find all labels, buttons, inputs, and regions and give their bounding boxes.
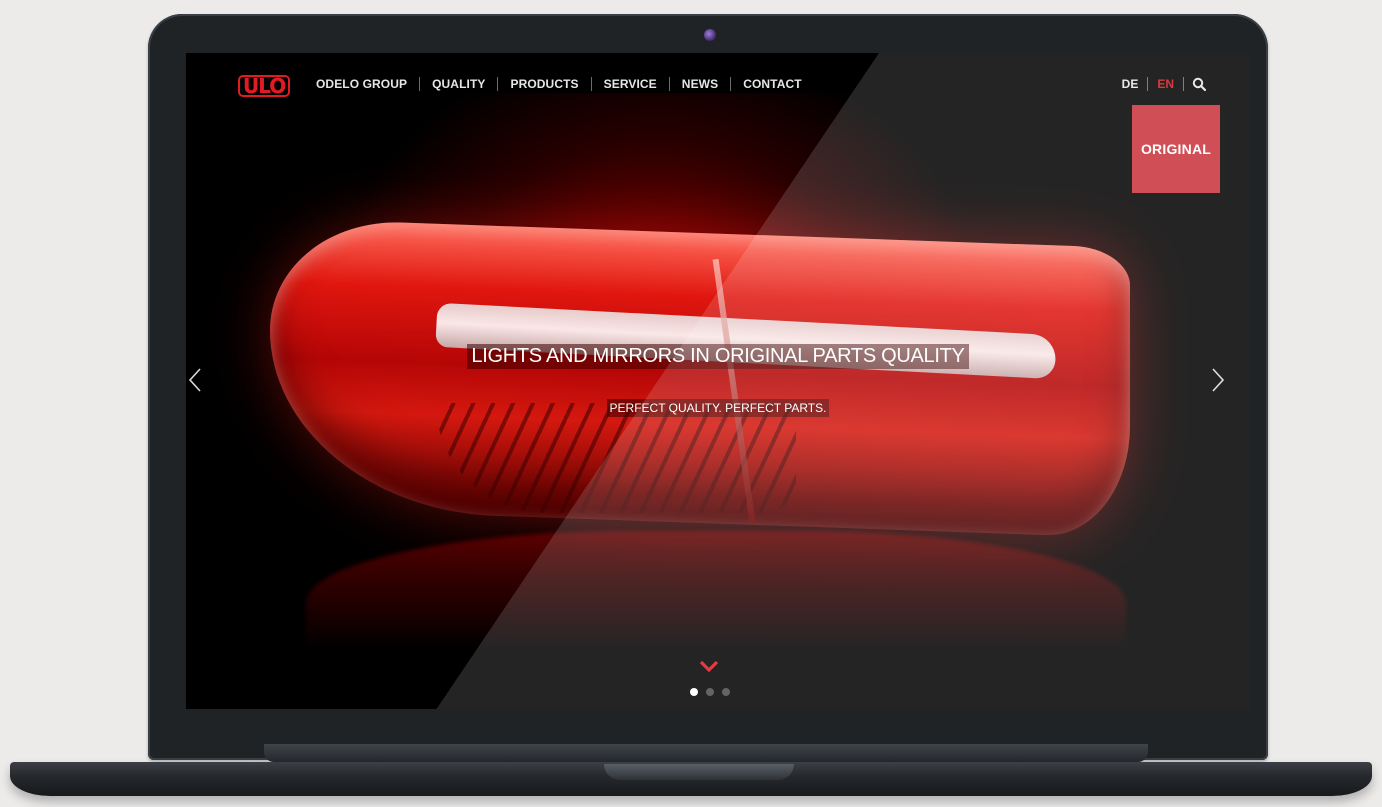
tail-light-reflection — [306, 531, 1126, 651]
chevron-left-icon[interactable] — [186, 365, 206, 395]
slider-dot[interactable] — [706, 688, 714, 696]
odelo-logo[interactable]: ULO — [238, 75, 291, 97]
nav-item-odelo-group[interactable]: ODELO GROUP — [304, 77, 421, 91]
nav-item-news[interactable]: NEWS — [670, 77, 732, 91]
hero-subline: PERFECT QUALITY. PERFECT PARTS. — [606, 399, 830, 417]
hero-headline: LIGHTS AND MIRRORS IN ORIGINAL PARTS QUA… — [467, 344, 969, 369]
nav-item-products[interactable]: PRODUCTS — [498, 77, 592, 91]
laptop-notch — [604, 764, 794, 780]
logo-text: ULO — [238, 75, 291, 97]
slider-dot[interactable] — [722, 688, 730, 696]
search-icon[interactable] — [1192, 77, 1206, 91]
slider-pagination — [690, 688, 730, 696]
original-badge[interactable]: ORIGINAL — [1132, 105, 1220, 193]
chevron-down-icon[interactable] — [698, 659, 720, 673]
slider-dot[interactable] — [690, 688, 698, 696]
nav-item-contact[interactable]: CONTACT — [731, 77, 813, 91]
camera-icon — [704, 29, 716, 41]
original-badge-label: ORIGINAL — [1140, 141, 1212, 157]
language-de[interactable]: DE — [1113, 77, 1149, 91]
browser-viewport: ULO ODELO GROUP QUALITY PRODUCTS SERVICE… — [186, 53, 1250, 709]
nav-item-service[interactable]: SERVICE — [592, 77, 670, 91]
language-en[interactable]: EN — [1148, 77, 1184, 91]
hero-headline-wrap: LIGHTS AND MIRRORS IN ORIGINAL PARTS QUA… — [186, 344, 1250, 369]
laptop-hinge — [264, 744, 1148, 762]
language-switcher: DE EN — [1113, 77, 1206, 91]
chevron-right-icon[interactable] — [1207, 365, 1227, 395]
nav-item-quality[interactable]: QUALITY — [420, 77, 499, 91]
main-nav: ODELO GROUP QUALITY PRODUCTS SERVICE NEW… — [304, 77, 814, 91]
hero-subline-wrap: PERFECT QUALITY. PERFECT PARTS. — [186, 399, 1250, 417]
